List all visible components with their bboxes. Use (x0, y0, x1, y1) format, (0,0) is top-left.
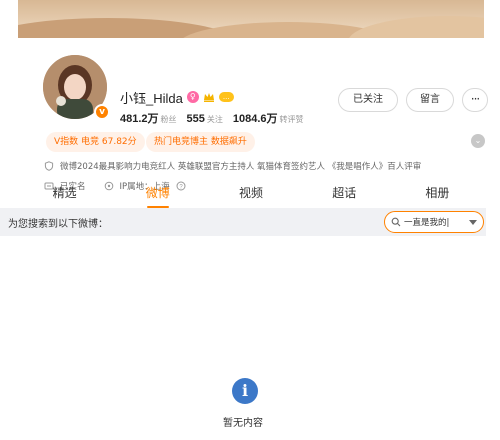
crown-icon (203, 93, 214, 102)
stat-value: 555 (186, 113, 205, 125)
bio-text: 微博2024最具影响力电竞红人 英雄联盟官方主持人 氧猫体育签约艺人 《我是唱作… (60, 162, 422, 172)
verify-shield-icon (44, 161, 54, 171)
tab-supertopic[interactable]: 超话 (298, 178, 391, 208)
tag-v-index[interactable]: V指数 电竞 67.82分 (46, 132, 145, 152)
stat-following[interactable]: 555 关注 (187, 107, 223, 126)
tab-weibo[interactable]: 微博 (111, 178, 204, 208)
profile-cover (18, 0, 484, 42)
stat-value: 1084.6万 (232, 113, 278, 125)
stat-label: 关注 (206, 115, 223, 124)
profile-tabs: 精选 微博 视频 超话 相册 (18, 178, 484, 208)
tab-video[interactable]: 视频 (204, 178, 297, 208)
info-icon: i (232, 378, 258, 404)
tab-album[interactable]: 相册 (391, 178, 484, 208)
search-input[interactable]: 一直是我的| (384, 211, 484, 233)
female-icon: ♀ (186, 91, 199, 103)
chevron-down-icon[interactable]: ⌄ (471, 134, 485, 148)
dropdown-caret-icon[interactable] (469, 219, 477, 225)
stat-followers[interactable]: 481.2万 粉丝 (120, 107, 177, 126)
empty-state-text: 暂无内容 (223, 418, 263, 429)
message-button[interactable]: 留言 (406, 88, 454, 112)
profile-card: v 小钰_Hilda ♀ ... 481.2万 粉丝 555 关注 1084.6万转… (18, 38, 488, 192)
stat-label: 转评赞 (279, 115, 304, 124)
followed-button[interactable]: 已关注 (338, 88, 398, 112)
stat-value: 481.2万 (120, 113, 159, 125)
search-result-title: 为您搜索到以下微博： (8, 219, 108, 230)
profile-name: 小钰_Hilda (120, 90, 183, 106)
tag-hot-blogger[interactable]: 热门电竞博主 数据飙升 (146, 132, 255, 152)
tab-featured[interactable]: 精选 (18, 178, 111, 208)
more-button[interactable]: ··· (462, 88, 488, 112)
stat-label: 粉丝 (160, 115, 177, 124)
vip-badge[interactable]: ... (218, 92, 234, 102)
verified-badge: v (94, 104, 110, 120)
stat-engagement: 1084.6万 转评赞 (233, 107, 304, 126)
search-value: 一直是我的| (404, 218, 450, 228)
search-icon (391, 217, 401, 227)
search-result-bar: 为您搜索到以下微博： 一直是我的| (0, 208, 486, 236)
bio-row: 微博2024最具影响力电竞红人 英雄联盟官方主持人 氧猫体育签约艺人 《我是唱作… (44, 159, 421, 173)
